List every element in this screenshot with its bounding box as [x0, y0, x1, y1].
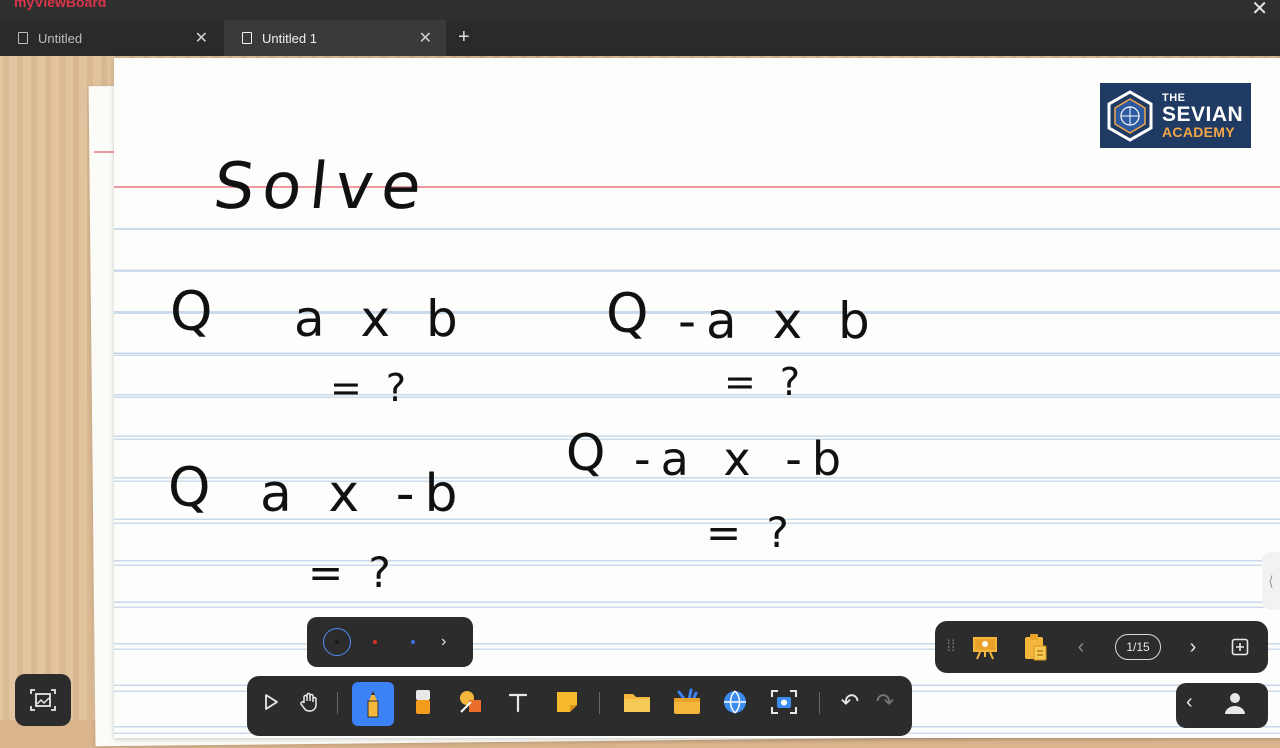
add-page-button[interactable]: [1227, 631, 1253, 663]
logo-line-2: SEVIAN: [1162, 102, 1244, 126]
pen-icon: [367, 691, 379, 718]
pen-tool-button[interactable]: [352, 682, 394, 726]
eraser-tool-button[interactable]: [405, 684, 441, 720]
folder-icon: [624, 694, 650, 712]
swatch-black[interactable]: [323, 628, 351, 656]
toolbox-button[interactable]: [669, 684, 705, 720]
user-icon: [1225, 693, 1245, 714]
select-tool-button[interactable]: [253, 684, 289, 720]
undo-icon: ↶: [840, 689, 860, 714]
swatch-blue[interactable]: [399, 628, 427, 656]
presentation-button[interactable]: [967, 631, 1003, 663]
presentation-board-icon: [973, 637, 997, 660]
problem-1-marker: Q: [170, 280, 219, 343]
tab-bar: Untitled ✕ Untitled 1 ✕: [0, 20, 1280, 56]
bottom-right-panel: ‹: [1176, 683, 1268, 728]
shapes-icon: [460, 691, 481, 713]
page-indicator[interactable]: 1/15: [1115, 634, 1161, 660]
logo-line-1: THE: [1162, 91, 1186, 104]
document-icon: [18, 32, 28, 44]
main-toolbar: ↶ ↷: [247, 676, 912, 736]
user-account-button[interactable]: [1224, 691, 1246, 721]
eraser-icon: [416, 690, 430, 714]
hand-tool-button[interactable]: [291, 684, 327, 720]
pen-color-palette: ›: [307, 617, 473, 667]
screen-image-icon: [30, 689, 56, 711]
hexagon-logo-icon: [1107, 89, 1153, 142]
problem-4-expression: -a x -b: [634, 432, 852, 486]
add-page-icon: [1231, 638, 1249, 656]
problem-4-answer: = ?: [706, 508, 795, 557]
swatch-dot: [335, 640, 339, 644]
new-tab-button[interactable]: +: [458, 26, 470, 49]
title-bar: myViewBoard ✕: [0, 0, 1280, 20]
select-icon: [265, 694, 278, 710]
tab-close-button[interactable]: ✕: [419, 28, 432, 48]
toolbar-separator: [819, 692, 820, 714]
redo-icon: ↷: [875, 689, 895, 714]
drag-grip[interactable]: ⁞⁞: [941, 631, 961, 663]
tab-label: Untitled 1: [262, 30, 317, 46]
screen-capture-button[interactable]: [15, 674, 71, 726]
collapse-panel-button[interactable]: ‹: [1186, 691, 1193, 714]
browser-icon: [724, 690, 746, 714]
side-panel-handle[interactable]: ⟨: [1262, 552, 1280, 610]
toolbar-separator: [337, 692, 338, 714]
tab-untitled[interactable]: Untitled ✕: [0, 20, 222, 56]
toolbar-separator: [599, 692, 600, 714]
app-brand: myViewBoard: [14, 0, 107, 10]
toolbox-icon: [674, 688, 700, 714]
problem-4-marker: Q: [566, 424, 612, 482]
problem-1-answer: = ?: [330, 366, 413, 410]
problem-3-answer: = ?: [308, 548, 397, 597]
tab-untitled-1[interactable]: Untitled 1 ✕: [224, 20, 446, 56]
problem-1-expression: a x b: [294, 290, 468, 348]
browser-button[interactable]: [717, 684, 753, 720]
page-navigator: ⁞⁞ ‹ 1/15 ›: [935, 621, 1268, 673]
problem-2-answer: = ?: [724, 360, 807, 404]
text-icon: [508, 693, 528, 713]
problem-3-expression: a x -b: [260, 464, 468, 524]
redo-button[interactable]: ↷: [867, 684, 903, 720]
clipboard-icon: [1025, 634, 1047, 661]
board-title: Solve: [210, 150, 433, 224]
sevian-academy-logo: THE SEVIAN ACADEMY: [1100, 83, 1251, 148]
screenshot-icon: [771, 690, 797, 714]
window-close-button[interactable]: ✕: [1251, 0, 1268, 21]
next-page-button[interactable]: ›: [1183, 631, 1203, 663]
hand-icon: [300, 692, 317, 712]
paper-margin-line: [94, 151, 116, 153]
swatch-dot: [373, 640, 377, 644]
tab-label: Untitled: [38, 30, 83, 46]
screenshot-button[interactable]: [766, 684, 802, 720]
sticky-note-icon: [557, 692, 577, 712]
logo-line-3: ACADEMY: [1162, 123, 1235, 140]
folder-button[interactable]: [619, 684, 655, 720]
undo-button[interactable]: ↶: [832, 684, 868, 720]
more-colors-chevron-icon[interactable]: ›: [441, 633, 446, 651]
clipboard-button[interactable]: [1017, 631, 1053, 663]
text-tool-button[interactable]: [500, 684, 536, 720]
previous-page-button[interactable]: ‹: [1071, 631, 1091, 663]
tab-close-button[interactable]: ✕: [195, 28, 208, 48]
shapes-tool-button[interactable]: [453, 684, 489, 720]
problem-3-marker: Q: [168, 456, 217, 519]
problem-2-expression: -a x b: [678, 292, 880, 350]
swatch-red[interactable]: [361, 628, 389, 656]
swatch-dot: [411, 640, 415, 644]
document-icon: [242, 32, 252, 44]
sticky-note-tool-button[interactable]: [549, 684, 585, 720]
problem-2-marker: Q: [606, 282, 655, 345]
